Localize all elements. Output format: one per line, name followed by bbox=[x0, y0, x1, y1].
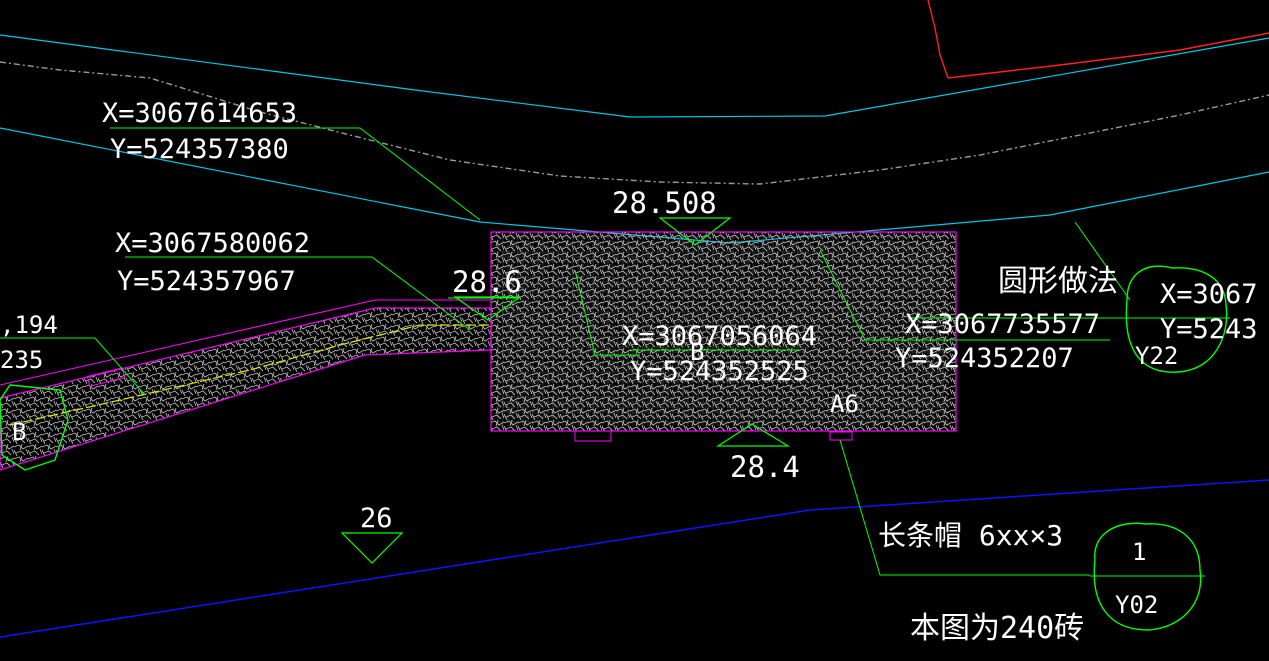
coord-far-right-x: X=3067 bbox=[1160, 279, 1258, 310]
coord-mid-left-y: Y=524357967 bbox=[117, 266, 296, 297]
method-label: 圆形做法 bbox=[998, 264, 1118, 299]
coord-right-y: Y=524352207 bbox=[895, 343, 1074, 374]
elev-top-label: 28.508 bbox=[612, 186, 717, 220]
callout-lower-bottom: Y02 bbox=[1115, 591, 1158, 619]
callout-lower[interactable]: 1 Y02 bbox=[1090, 522, 1205, 631]
elev-marker-lower bbox=[340, 532, 404, 564]
left-marker: B bbox=[12, 418, 26, 446]
coord-mid-left-x: X=3067580062 bbox=[115, 228, 310, 259]
right-tag: A6 bbox=[830, 390, 859, 418]
coord-center-y: Y=524352525 bbox=[630, 356, 809, 387]
coord-right-x: X=3067735577 bbox=[905, 309, 1100, 340]
elev-lower-label: 26 bbox=[360, 503, 393, 534]
elev-bottom-label: 28.4 bbox=[730, 450, 800, 484]
center-tag: B bbox=[690, 338, 704, 366]
coord-far-left-top: ,194 bbox=[0, 311, 58, 339]
callout-right-label: Y22 bbox=[1135, 342, 1178, 370]
tab-bottom-1 bbox=[574, 430, 612, 442]
tab-bottom-2 bbox=[829, 431, 853, 441]
coord-top-left-x: X=3067614653 bbox=[102, 98, 297, 129]
channel-hatch[interactable] bbox=[0, 307, 492, 471]
elev-left-label: 28.6 bbox=[452, 265, 522, 299]
coord-center-x: X=3067056064 bbox=[622, 321, 817, 352]
road-line-blue-right bbox=[809, 479, 1269, 511]
strip-cap-label: 长条帽 6xx×3 bbox=[878, 519, 1063, 552]
coord-far-right-y: Y=5243 bbox=[1160, 314, 1258, 345]
coord-top-left-y: Y=524357380 bbox=[110, 134, 289, 165]
note-label: 本图为240砖 bbox=[910, 611, 1084, 646]
road-line-blue bbox=[0, 509, 811, 638]
property-line-red bbox=[927, 0, 1269, 79]
coord-far-left-bottom: 235 bbox=[0, 346, 43, 374]
callout-lower-top: 1 bbox=[1132, 538, 1146, 566]
cad-drawing-canvas[interactable]: Y02 Y22 1 Y02 X=3067614653 Y=524357380 X… bbox=[0, 0, 1269, 661]
